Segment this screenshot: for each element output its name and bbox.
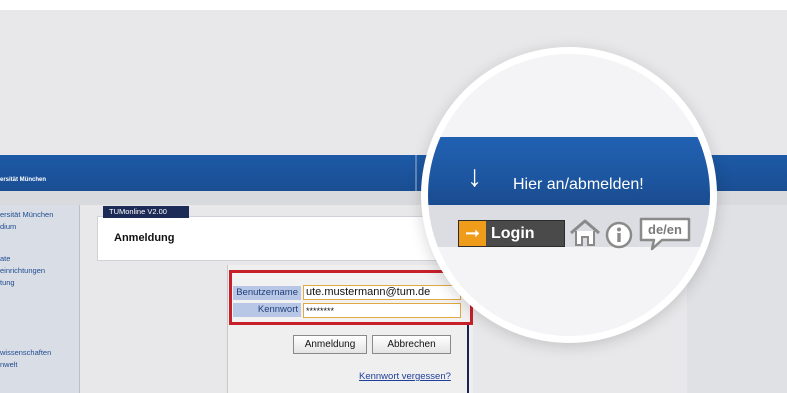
forgot-password-link[interactable]: Kennwort vergessen? — [359, 371, 451, 382]
header-divider — [415, 155, 417, 191]
sidebar-item-university[interactable]: ersität München — [0, 210, 53, 219]
credentials-highlight: Benutzername ute.mustermann@tum.de Kennw… — [229, 270, 473, 325]
university-title: ersität München — [0, 177, 47, 183]
arrow-right-icon: ➞ — [459, 221, 486, 246]
lang-switch-label: de/en — [648, 222, 682, 237]
sidebar-item-studium[interactable]: dium — [0, 222, 16, 231]
home-icon[interactable] — [568, 218, 602, 248]
version-tab: TUMonline V2.00 — [103, 206, 189, 218]
arrow-down-icon: ↓ — [467, 160, 482, 193]
sidebar-item-verwaltung[interactable]: tung — [0, 278, 15, 287]
username-field[interactable]: ute.mustermann@tum.de — [303, 285, 461, 300]
login-button[interactable]: ➞ Login — [458, 220, 565, 247]
password-field[interactable]: ******** — [303, 303, 461, 318]
submit-button[interactable]: Anmeldung — [293, 335, 367, 354]
magnifier-callout: ↓ Hier an/abmelden! ➞ Login de/en — [428, 54, 710, 336]
login-hint-text: Hier an/abmelden! — [513, 176, 644, 193]
language-switch-icon[interactable]: de/en — [638, 216, 692, 252]
cancel-button[interactable]: Abbrechen — [372, 335, 451, 354]
info-icon[interactable] — [605, 221, 633, 249]
password-label: Kennwort — [233, 303, 301, 317]
page-title: Anmeldung — [114, 232, 175, 244]
username-label: Benutzername — [233, 286, 301, 300]
form-border-line — [467, 320, 469, 393]
sidebar-item-einrichtungen[interactable]: einrichtungen — [0, 266, 45, 275]
sidebar-item-umwelt[interactable]: nwelt — [0, 360, 18, 369]
screenshot-canvas: ersität München ersität München dium ate… — [0, 0, 787, 393]
sidebar-item-wissenschaften[interactable]: wissenschaften — [0, 348, 51, 357]
sidebar: ersität München dium ate einrichtungen t… — [0, 205, 80, 393]
sidebar-item-fakultaeten[interactable]: ate — [0, 254, 10, 263]
login-button-label: Login — [491, 225, 535, 242]
